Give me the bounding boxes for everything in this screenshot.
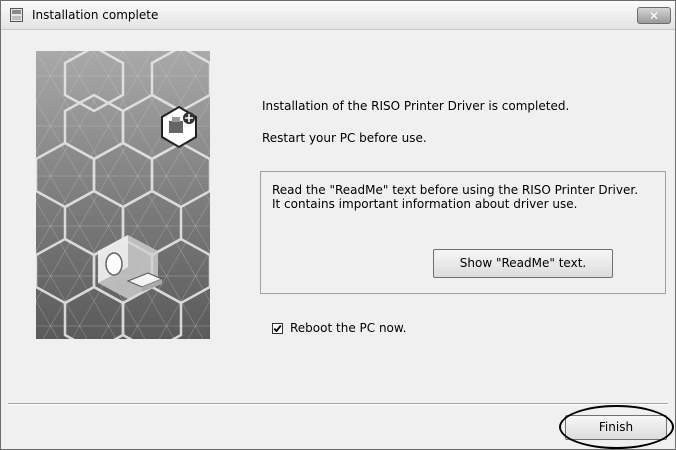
close-icon: ✕ [648, 9, 660, 23]
printer-badge-icon [161, 105, 197, 149]
installer-window: Installation complete ✕ Installation of … [0, 0, 676, 450]
highlight-ellipse [559, 405, 674, 449]
title-bar: Installation complete ✕ [1, 1, 675, 30]
footer-divider [8, 403, 668, 405]
reboot-label: Reboot the PC now. [290, 321, 407, 335]
readme-info-text: Read the "ReadMe" text before using the … [272, 183, 639, 211]
dialog-body: Installation of the RISO Printer Driver … [1, 30, 675, 449]
readme-groupbox: Read the "ReadMe" text before using the … [260, 171, 666, 294]
installer-icon [10, 8, 23, 22]
restart-message: Restart your PC before use. [262, 131, 427, 145]
completion-message: Installation of the RISO Printer Driver … [262, 99, 570, 113]
reboot-checkbox[interactable] [272, 323, 283, 334]
show-readme-button[interactable]: Show "ReadMe" text. [433, 249, 613, 278]
window-title: Installation complete [32, 8, 159, 22]
checkmark-icon [273, 325, 282, 333]
hexagon-banner-image [36, 51, 210, 339]
close-button[interactable]: ✕ [637, 7, 671, 24]
